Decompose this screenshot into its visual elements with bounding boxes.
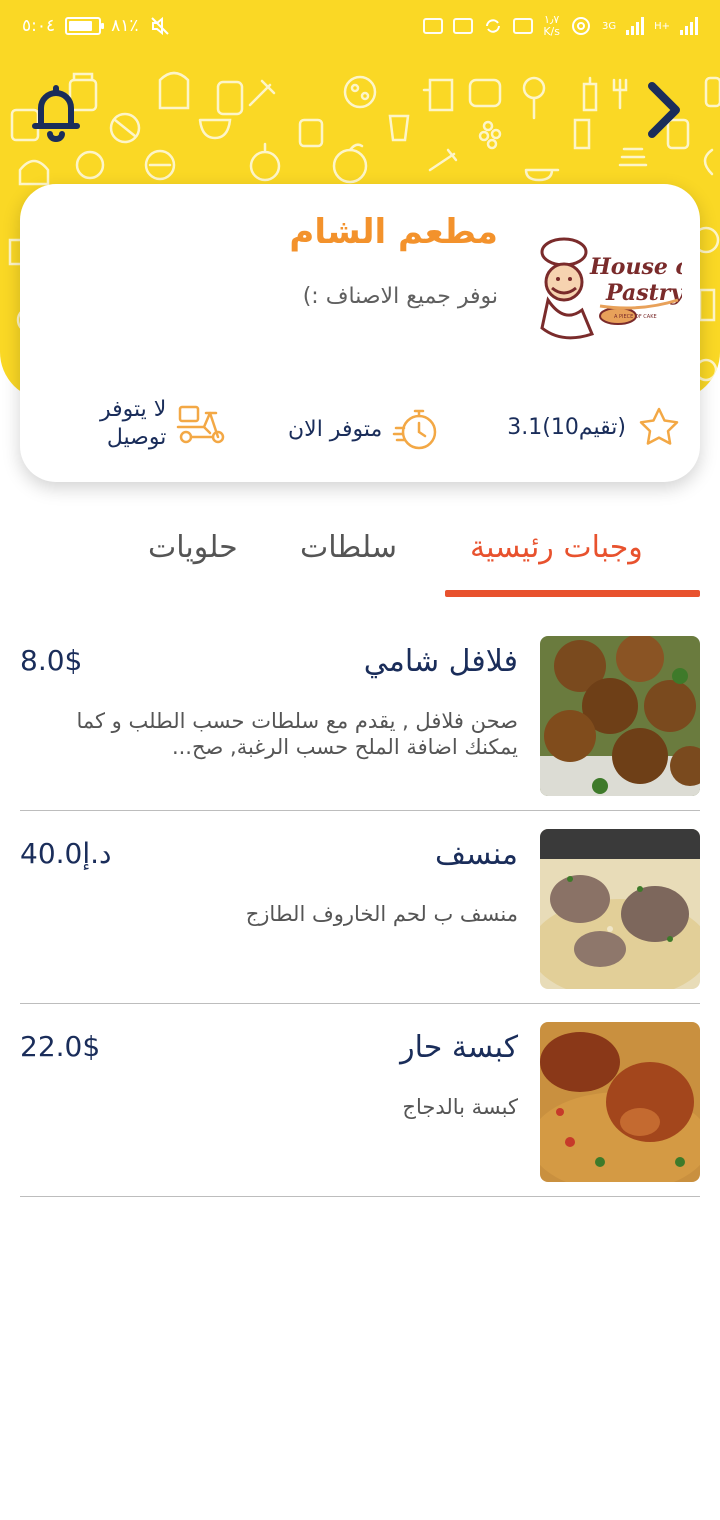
tab-salads[interactable]: سلطات	[300, 530, 397, 565]
battery-level: ٨١٪	[111, 16, 139, 36]
kabsa-image	[540, 1022, 700, 1182]
availability-text: متوفر الان	[288, 416, 383, 442]
logo-subtext: A PIECE OF CAKE	[614, 314, 657, 320]
delivery-info: لا يتوفر توصيل	[100, 396, 228, 452]
menu-item-name: منسف	[435, 837, 518, 872]
menu-item[interactable]: منسف 40.0د.إ منسف ب لحم الخاروف الطازج	[20, 811, 700, 1004]
logo-text-house: House of	[589, 254, 682, 280]
delivery-text-line2: توصيل	[106, 425, 167, 450]
menu-item-price: 8.0$	[20, 644, 83, 677]
battery-icon	[65, 17, 105, 35]
hotspot-icon	[571, 17, 590, 35]
tab-desserts[interactable]: حلويات	[148, 530, 238, 565]
restaurant-info-row: 3.1(10تقيم) متوفر الان لا يتوفر توصيل	[20, 396, 700, 466]
calendar-icon	[453, 18, 474, 34]
menu-item-description: منسف ب لحم الخاروف الطازج	[245, 902, 518, 926]
availability-info: متوفر الان	[288, 404, 442, 454]
menu-item-description: كبسة بالدجاج	[402, 1095, 518, 1119]
delivery-text-line1: لا يتوفر	[100, 397, 167, 422]
signal-icon-2	[680, 17, 698, 35]
network-speed: ١٫٧ K/s	[543, 13, 560, 38]
chevron-right-icon[interactable]	[640, 78, 688, 142]
signal-icon	[626, 17, 645, 35]
activity-icon	[513, 18, 534, 34]
stopwatch-icon	[393, 409, 437, 450]
menu-item-description: صحن فلافل , يقدم مع سلطات حسب الطلب و كم…	[76, 709, 518, 759]
restaurant-card: House of Pastry A PIECE OF CAKE مطعم الش…	[20, 184, 700, 482]
category-tabs: وجبات رئيسية سلطات حلويات	[0, 520, 720, 600]
falafel-image	[540, 636, 700, 796]
menu-item-price: 22.0$	[20, 1030, 101, 1063]
status-time: ٥:٠٤	[22, 16, 56, 36]
menu-item[interactable]: فلافل شامي 8.0$ صحن فلافل , يقدم مع سلطا…	[20, 618, 700, 811]
active-tab-indicator	[445, 590, 700, 597]
restaurant-slogan: نوفر جميع الاصناف :)	[302, 284, 498, 309]
menu-list: فلافل شامي 8.0$ صحن فلافل , يقدم مع سلطا…	[20, 618, 700, 1197]
star-icon	[639, 407, 679, 445]
menu-item-name: كبسة حار	[400, 1030, 518, 1065]
network-type-h: H+	[654, 20, 670, 32]
sync-icon	[486, 19, 501, 33]
menu-item[interactable]: كبسة حار 22.0$ كبسة بالدجاج	[20, 1004, 700, 1197]
delivery-scooter-icon	[177, 405, 225, 444]
bell-icon[interactable]	[30, 82, 82, 142]
status-bar: ٥:٠٤ ٨١٪ ١٫٧ K/s 3G H+	[0, 0, 720, 52]
tab-main-dishes[interactable]: وجبات رئيسية	[470, 530, 643, 565]
youtube-icon	[423, 18, 444, 34]
restaurant-name: مطعم الشام	[289, 212, 498, 252]
mute-icon	[150, 16, 169, 36]
network-type-3g: 3G	[601, 20, 617, 32]
rating-text: 3.1(10تقيم)	[507, 414, 626, 440]
menu-item-name: فلافل شامي	[363, 644, 518, 679]
menu-item-price: 40.0د.إ	[20, 837, 112, 870]
rating-info: 3.1(10تقيم)	[507, 404, 682, 450]
restaurant-logo: House of Pastry A PIECE OF CAKE	[540, 237, 682, 340]
mansaf-image	[540, 829, 700, 989]
